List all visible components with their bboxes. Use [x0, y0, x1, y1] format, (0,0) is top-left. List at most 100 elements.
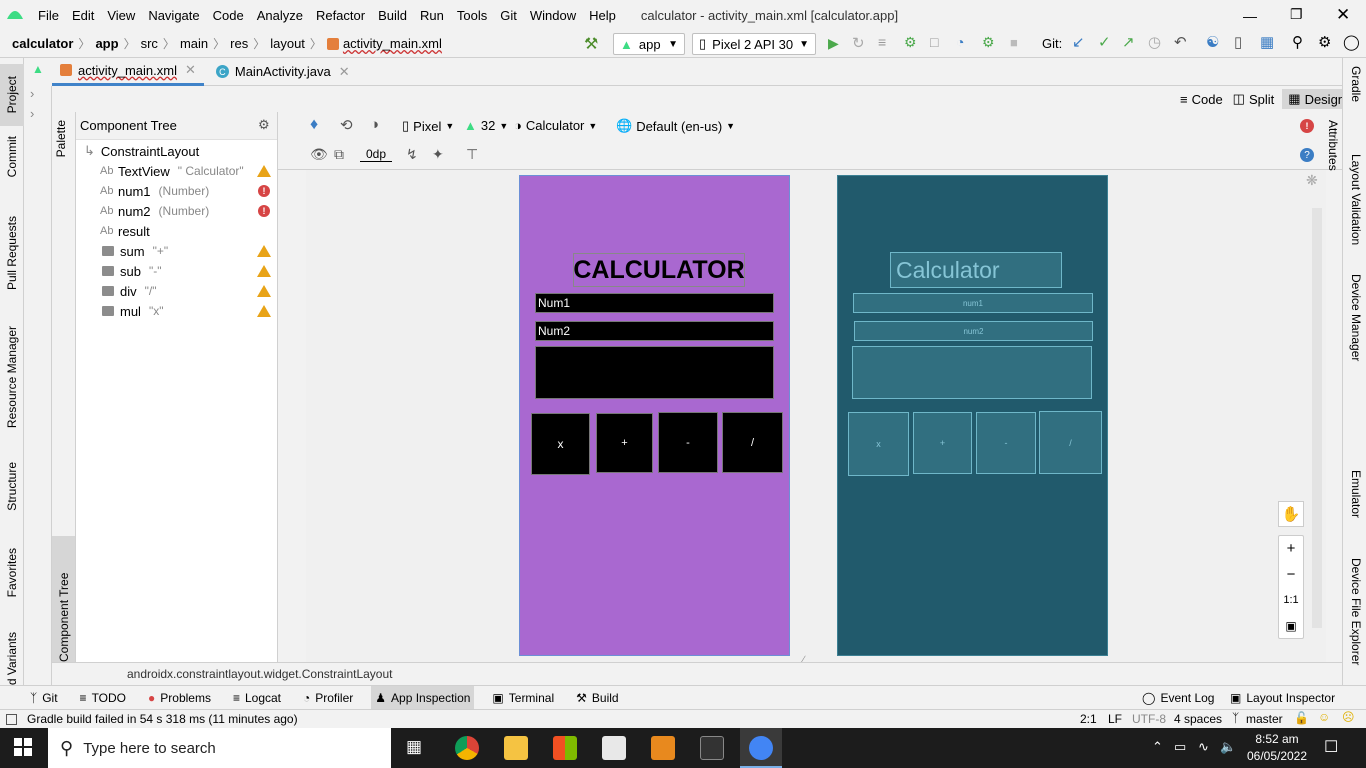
sub-button[interactable]: -	[658, 412, 718, 473]
device-file-explorer-tool-tab[interactable]: Device File Explorer	[1349, 558, 1363, 668]
expand-chevron-icon[interactable]: ›	[30, 106, 34, 121]
breadcrumb-res[interactable]: res	[230, 36, 248, 51]
terminal-tool-button[interactable]: ▣ Terminal	[488, 686, 558, 710]
git-tool-button[interactable]: ᛉ Git	[26, 686, 62, 710]
line-separator[interactable]: LF	[1108, 712, 1122, 726]
blueprint-mul[interactable]: x	[848, 412, 909, 476]
file-encoding[interactable]: UTF-8	[1132, 712, 1166, 726]
todo-tool-button[interactable]: ≡ TODO	[76, 686, 130, 710]
indent-setting[interactable]: 4 spaces	[1174, 712, 1222, 726]
avd-manager-icon[interactable]: ▯	[1234, 33, 1242, 51]
mail-icon[interactable]	[602, 736, 626, 760]
task-view-icon[interactable]: ▦	[406, 737, 422, 757]
design-canvas[interactable]	[306, 170, 1326, 662]
div-button[interactable]: /	[722, 412, 783, 473]
run-config-select[interactable]: ▲ app ▼	[613, 33, 685, 55]
battery-icon[interactable]: ▭	[1174, 739, 1186, 755]
breadcrumb-app[interactable]: app	[95, 36, 118, 51]
chrome-icon[interactable]	[455, 736, 479, 760]
sdk-manager-icon[interactable]: ▦	[1260, 33, 1274, 51]
theme-select[interactable]: ◑ Calculator ▼	[514, 118, 597, 133]
autoconnect-icon[interactable]: ⧉	[334, 146, 344, 163]
volume-icon[interactable]: 🔈	[1220, 739, 1236, 755]
tree-item-result[interactable]: Ab result	[76, 221, 277, 241]
mul-button[interactable]: x	[531, 413, 590, 475]
run-icon[interactable]: ▶	[828, 35, 839, 52]
attach-icon[interactable]: □	[930, 34, 938, 50]
apply-changes-icon[interactable]: ≡	[878, 34, 886, 50]
restore-icon[interactable]: ❐	[1290, 6, 1303, 23]
blueprint-sub[interactable]: -	[976, 412, 1036, 474]
num2-input[interactable]: Num2	[535, 321, 774, 341]
zoom-actual-button[interactable]: 1:1	[1278, 587, 1304, 613]
user-icon[interactable]: ◯	[1343, 33, 1360, 51]
git-push-icon[interactable]: ↗	[1122, 33, 1135, 51]
history-icon[interactable]: ◷	[1148, 33, 1161, 51]
warning-icon[interactable]	[257, 265, 271, 277]
warning-icon[interactable]	[257, 305, 271, 317]
commit-tool-tab[interactable]: Commit	[0, 136, 24, 177]
menu-git[interactable]: Git	[500, 8, 517, 23]
rollback-icon[interactable]: ↶	[1174, 33, 1187, 51]
warning-icon[interactable]	[257, 245, 271, 257]
tree-root[interactable]: ↳ ConstraintLayout	[76, 141, 277, 161]
sum-button[interactable]: +	[596, 413, 653, 473]
feedback-sad-icon[interactable]: ☹	[1342, 710, 1355, 724]
layout-inspector-tool-button[interactable]: ▣ Layout Inspector	[1226, 686, 1339, 710]
blueprint-num1[interactable]: num1	[853, 293, 1093, 313]
document-icon[interactable]	[651, 736, 675, 760]
pan-hand-icon[interactable]: ✋	[1278, 501, 1304, 527]
windows-start-icon[interactable]	[14, 738, 32, 759]
design-preview[interactable]: CALCULATOR Num1 Num2 x + - /	[519, 175, 790, 656]
notifications-icon[interactable]: ☐	[1324, 737, 1338, 757]
zoom-out-button[interactable]: −	[1278, 561, 1304, 587]
tray-chevron-icon[interactable]: ⌃	[1152, 739, 1163, 755]
tree-item-div[interactable]: div "/"	[76, 281, 277, 301]
wifi-icon[interactable]: ∿	[1198, 739, 1209, 755]
blueprint-result[interactable]	[852, 346, 1092, 399]
file-explorer-icon[interactable]	[504, 736, 528, 760]
menu-file[interactable]: File	[38, 8, 59, 23]
settings-icon[interactable]: ⚙	[258, 117, 270, 133]
device-select[interactable]: ▯ Pixel 2 API 30 ▼	[692, 33, 816, 55]
blueprint-title-box[interactable]: Calculator	[890, 252, 1062, 288]
result-view[interactable]	[535, 346, 774, 399]
code-mode-button[interactable]: ≡ Code	[1180, 92, 1223, 107]
close-icon[interactable]: ✕	[1336, 5, 1350, 25]
blueprint-num2[interactable]: num2	[854, 321, 1093, 341]
git-update-icon[interactable]: ↙	[1072, 33, 1085, 51]
infer-constraints-icon[interactable]: ✦	[432, 146, 444, 163]
blueprint-div[interactable]: /	[1039, 411, 1102, 474]
clear-constraints-icon[interactable]: ↯	[406, 146, 418, 163]
android-studio-task[interactable]	[740, 728, 782, 768]
design-mode-button[interactable]: ▦ Design	[1282, 89, 1352, 109]
git-branch[interactable]: master	[1246, 712, 1283, 726]
menu-analyze[interactable]: Analyze	[257, 8, 303, 23]
logcat-tool-button[interactable]: ≡ Logcat	[229, 686, 285, 710]
problems-tool-button[interactable]: ● Problems	[144, 686, 215, 710]
tree-item-num2[interactable]: Ab num2 (Number)!	[76, 201, 277, 221]
attributes-tab[interactable]: Attributes	[1324, 120, 1342, 200]
breadcrumb-main[interactable]: main	[180, 36, 208, 51]
locale-select[interactable]: 🌐 Default (en-us) ▼	[616, 118, 735, 134]
lock-icon[interactable]: 🔓	[1294, 711, 1309, 725]
close-tab-icon[interactable]: ✕	[339, 64, 350, 80]
error-icon[interactable]: !	[258, 205, 270, 217]
stop-icon[interactable]: ■	[1010, 35, 1018, 50]
event-log-tool-button[interactable]: ◯ Event Log	[1138, 686, 1218, 710]
rerun-icon[interactable]: ↻	[852, 34, 865, 52]
taskbar-search-box[interactable]: ⚲ Type here to search	[48, 728, 391, 768]
settings-icon[interactable]: ⚙	[1318, 33, 1331, 51]
menu-edit[interactable]: Edit	[72, 8, 94, 23]
debug-icon[interactable]: ⚙	[904, 34, 917, 51]
hammer-build-icon[interactable]: ⚒	[584, 34, 598, 54]
status-message[interactable]: Gradle build failed in 54 s 318 ms (11 m…	[27, 712, 298, 726]
blueprint-sum[interactable]: +	[913, 412, 972, 474]
tab-activity-main[interactable]: activity_main.xml ✕	[52, 58, 204, 86]
menu-window[interactable]: Window	[530, 8, 576, 23]
resource-manager-tool-tab[interactable]: Resource Manager	[0, 326, 24, 428]
view-options-icon[interactable]: 👁	[310, 146, 328, 163]
terminal-app-icon[interactable]	[700, 736, 724, 760]
cursor-position[interactable]: 2:1	[1080, 712, 1097, 726]
tree-item-sum[interactable]: sum "+"	[76, 241, 277, 261]
